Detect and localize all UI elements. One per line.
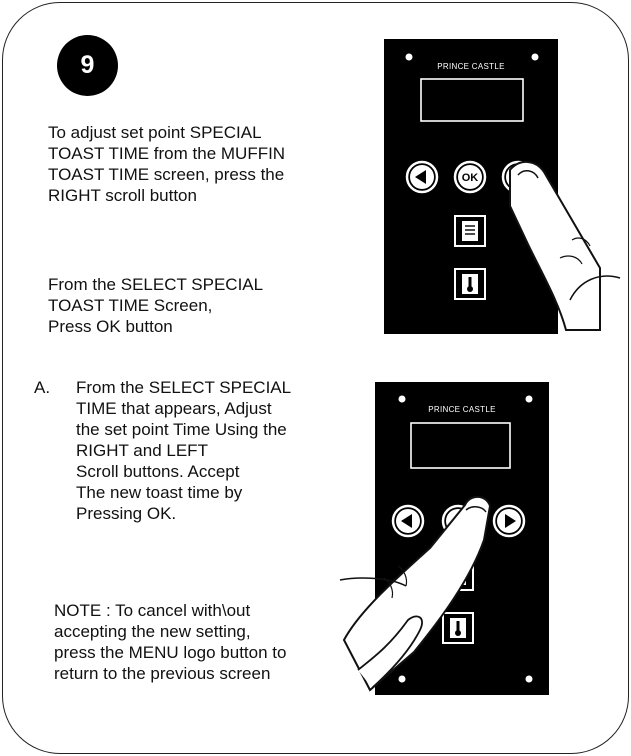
pointing-finger-icon bbox=[339, 495, 492, 692]
